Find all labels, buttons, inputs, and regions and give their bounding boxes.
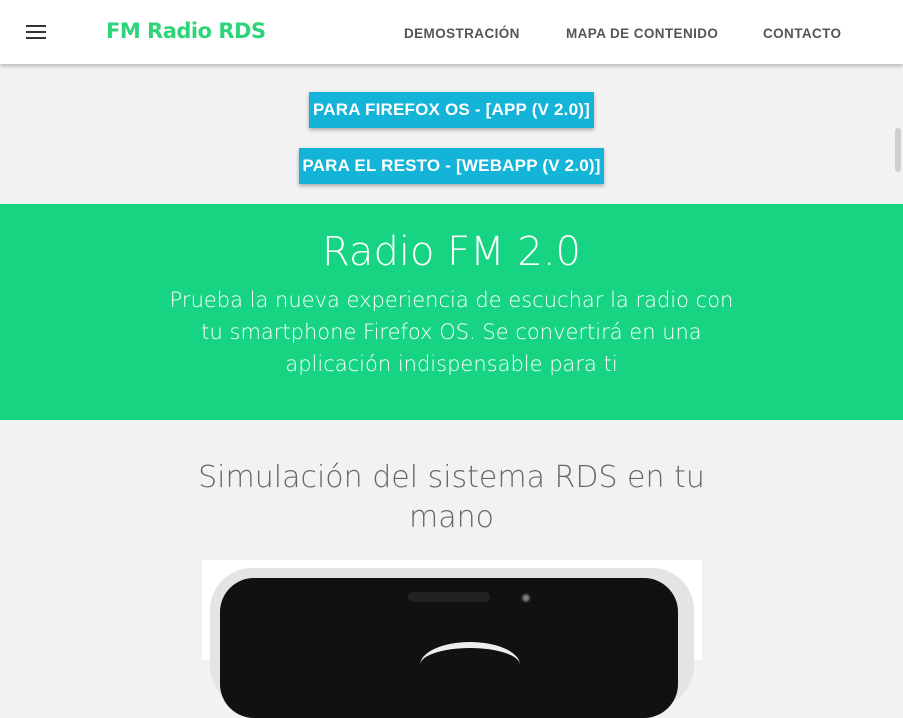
download-firefox-os-label: PARA FIREFOX OS - [APP (V 2.0)] <box>313 100 590 119</box>
phone-mockup <box>202 560 702 718</box>
hero-subtitle: Prueba la nueva experiencia de escuchar … <box>169 288 734 376</box>
nav-link-demostracion[interactable]: DEMOSTRACIÓN <box>404 26 520 41</box>
phone-speaker <box>408 592 490 602</box>
hero-section: Radio FM 2.0 Prueba la nueva experiencia… <box>0 204 903 420</box>
top-navbar: FM Radio RDS DEMOSTRACIÓN MAPA DE CONTEN… <box>0 0 903 64</box>
screen-content-partial <box>420 642 520 688</box>
section-title: Simulación del sistema RDS en tu mano <box>198 460 705 535</box>
menu-icon[interactable] <box>26 25 46 39</box>
download-firefox-os-button[interactable]: PARA FIREFOX OS - [APP (V 2.0)] <box>309 92 594 128</box>
nav-link-mapa-de-contenido[interactable]: MAPA DE CONTENIDO <box>566 26 718 41</box>
scrollbar-thumb[interactable] <box>895 128 901 172</box>
nav-menu: DEMOSTRACIÓN MAPA DE CONTENIDO CONTACTO <box>404 26 903 46</box>
download-webapp-label: PARA EL RESTO - [WEBAPP (V 2.0)] <box>302 156 601 175</box>
phone-camera-icon <box>521 593 531 603</box>
brand-logo[interactable]: FM Radio RDS <box>106 19 266 43</box>
nav-link-contacto[interactable]: CONTACTO <box>763 26 841 41</box>
download-webapp-button[interactable]: PARA EL RESTO - [WEBAPP (V 2.0)] <box>299 148 604 184</box>
hero-title: Radio FM 2.0 <box>322 229 581 275</box>
